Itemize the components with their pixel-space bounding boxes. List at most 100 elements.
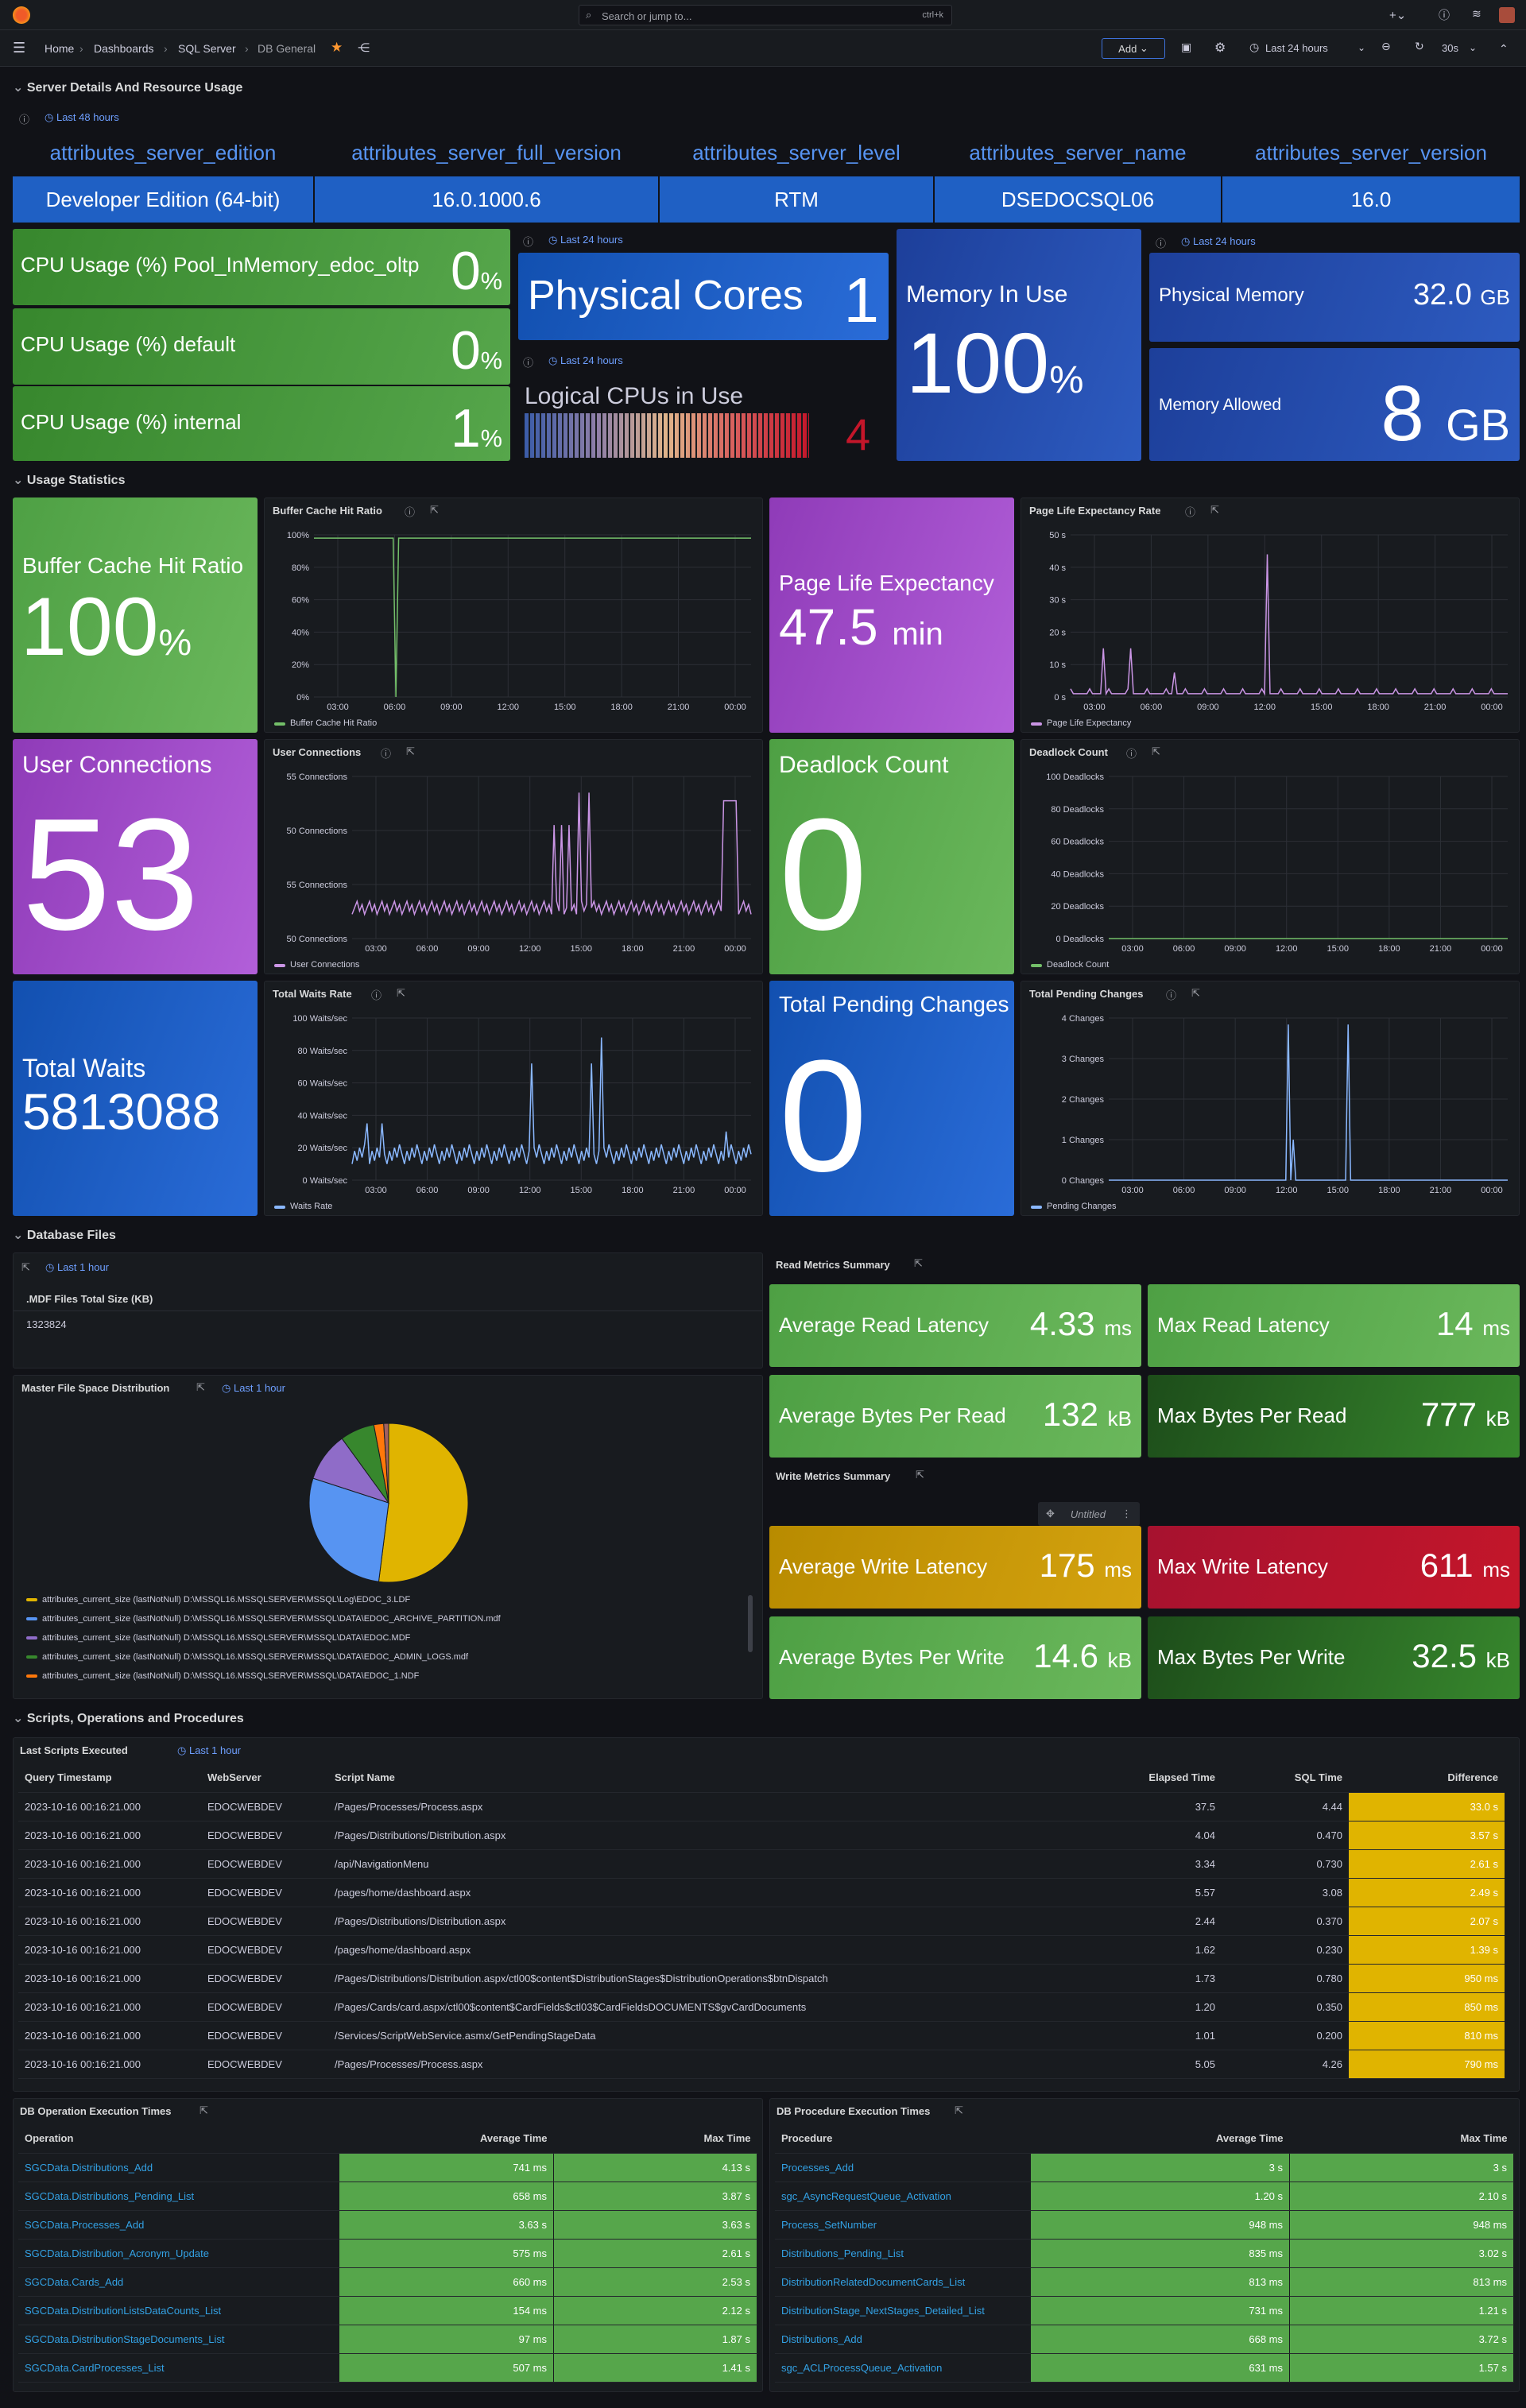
read-avg-latency[interactable]: Average Read Latency 4.33 ms — [769, 1284, 1141, 1367]
refresh-interval[interactable]: 30s — [1442, 42, 1458, 54]
ops-table-panel[interactable]: DB Operation Execution Times ⇱ Operation… — [13, 2098, 763, 2392]
external-link-icon[interactable]: ⇱ — [1210, 504, 1219, 517]
rss-icon[interactable]: ≋ — [1472, 7, 1481, 21]
table-row[interactable]: sgc_AsyncRequestQueue_Activation 1.20 s 2.… — [775, 2182, 1514, 2211]
chevron-down-icon[interactable]: ⌄ — [1469, 42, 1477, 53]
table-row[interactable]: SGCData.Distribution_Acronym_Update 575 m… — [18, 2239, 757, 2268]
chart-pending-changes[interactable]: Total Pending Changes ⓘ ⇱ 0 Changes 1 Change… — [1021, 981, 1520, 1216]
legend-label[interactable]: Pending Changes — [1047, 1202, 1117, 1211]
table-row[interactable]: Distributions_Add 668 ms 3.72 s — [775, 2325, 1514, 2354]
cpu-stat-default[interactable]: CPU Usage (%) default 0% — [13, 308, 510, 385]
chart-user-connections[interactable]: User Connections ⓘ ⇱ 50 Connections 55 Conne… — [264, 739, 763, 974]
chart-deadlock[interactable]: Deadlock Count ⓘ ⇱ 0 Deadlocks 20 Deadlocks 4… — [1021, 739, 1520, 974]
breadcrumb-home[interactable]: Home — [45, 42, 74, 55]
table-row[interactable]: DistributionStage_NextStages_Detailed_Li… — [775, 2296, 1514, 2325]
chart-buffer-cache[interactable]: Buffer Cache Hit Ratio ⓘ ⇱ 0% 20% 40% 60% 80% 10… — [264, 497, 763, 733]
search-bar[interactable]: ⌕ Search or jump to... ctrl+k — [579, 5, 952, 25]
table-row[interactable]: Process_SetNumber 948 ms 948 ms — [775, 2210, 1514, 2240]
external-link-icon[interactable]: ⇱ — [916, 1469, 924, 1481]
legend-label[interactable]: User Connections — [290, 960, 360, 970]
mdf-size-panel[interactable]: ⇱ ◷ Last 1 hour .MDF Files Total Size (K… — [13, 1252, 763, 1369]
table-row[interactable]: 2023-10-16 00:16:21.000 EDOCWEBDEV/Pages/… — [18, 1792, 1505, 1821]
procs-table-panel[interactable]: DB Procedure Execution Times ⇱ Procedure… — [769, 2098, 1520, 2392]
write-max-latency[interactable]: Max Write Latency 611 ms — [1148, 1526, 1520, 1609]
pie-slice[interactable] — [378, 1423, 469, 1583]
time-picker[interactable]: Last 24 hours — [1265, 42, 1328, 54]
table-row[interactable]: SGCData.Cards_Add 660 ms 2.53 s — [18, 2267, 757, 2297]
row-usage-statistics[interactable]: Usage Statistics — [13, 472, 126, 488]
menu-icon[interactable]: ☰ — [13, 40, 25, 56]
col-header[interactable]: Max Time — [1289, 2124, 1514, 2154]
save-icon[interactable]: ▣ — [1181, 41, 1191, 54]
legend-item[interactable]: attributes_current_size (lastNotNull) D:… — [26, 1652, 742, 1671]
legend-item[interactable]: attributes_current_size (lastNotNull) D:… — [26, 1614, 742, 1633]
table-row[interactable]: SGCData.Processes_Add 3.63 s 3.63 s — [18, 2210, 757, 2240]
table-row[interactable]: Processes_Add 3 s3 s — [775, 2153, 1514, 2182]
col-header[interactable]: Procedure — [775, 2124, 1031, 2154]
plus-icon[interactable]: +⌄ — [1389, 8, 1406, 22]
external-link-icon[interactable]: ⇱ — [397, 987, 405, 1000]
gear-icon[interactable]: ⚙ — [1214, 40, 1226, 56]
table-row[interactable]: SGCData.DistributionListsDataCounts_List… — [18, 2296, 757, 2325]
search-input[interactable]: Search or jump to... — [602, 10, 691, 22]
table-row[interactable]: 2023-10-16 00:16:21.000 EDOCWEBDEV/pages/… — [18, 1935, 1505, 1965]
scrollbar[interactable] — [748, 1595, 753, 1652]
legend-item[interactable]: attributes_current_size (lastNotNull) D:… — [26, 1595, 742, 1614]
user-connections-stat[interactable]: User Connections 53 — [13, 739, 258, 974]
external-link-icon[interactable]: ⇱ — [21, 1261, 30, 1274]
read-max-latency[interactable]: Max Read Latency 14 ms — [1148, 1284, 1520, 1367]
col-header[interactable]: Average Time — [339, 2124, 554, 2154]
external-link-icon[interactable]: ⇱ — [1152, 745, 1160, 758]
table-row[interactable]: 2023-10-16 00:16:21.000 EDOCWEBDEV/api/Na… — [18, 1849, 1505, 1879]
external-link-icon[interactable]: ⇱ — [914, 1257, 923, 1270]
row-server-details[interactable]: Server Details And Resource Usage — [13, 79, 243, 95]
collapse-icon[interactable]: ⌃ — [1499, 42, 1509, 56]
table-row[interactable]: 2023-10-16 00:16:21.000 EDOCWEBDEV/Pages/… — [18, 2050, 1505, 2079]
physical-cores-stat[interactable]: Physical Cores 1 — [518, 253, 889, 340]
table-row[interactable]: DistributionRelatedDocumentCards_List 813… — [775, 2267, 1514, 2297]
legend-label[interactable]: Deadlock Count — [1047, 960, 1109, 970]
breadcrumb-sql-server[interactable]: SQL Server — [178, 42, 236, 55]
add-button[interactable]: Add ⌄ — [1102, 38, 1165, 59]
pie-panel[interactable]: Master File Space Distribution ⇱ ◷ Last … — [13, 1375, 763, 1699]
legend-item[interactable]: attributes_current_size (lastNotNull) D:… — [26, 1633, 742, 1652]
help-icon[interactable]: ⓘ — [1439, 7, 1450, 23]
memory-allowed-stat[interactable]: Memory Allowed 8 GB — [1149, 348, 1520, 461]
scripts-table-panel[interactable]: Last Scripts Executed ◷ Last 1 hour Quer… — [13, 1737, 1520, 2092]
col-header[interactable]: Script Name — [328, 1763, 1094, 1793]
col-header[interactable]: WebServer — [201, 1763, 328, 1793]
table-row[interactable]: 2023-10-16 00:16:21.000 EDOCWEBDEV/pages/… — [18, 1878, 1505, 1907]
total-waits-stat[interactable]: Total Waits 5813088 — [13, 981, 258, 1216]
col-header[interactable]: Operation — [18, 2124, 339, 2154]
chart-page-life[interactable]: Page Life Expectancy Rate ⓘ ⇱ 0 s 10 s 20 s 30… — [1021, 497, 1520, 733]
table-row[interactable]: sgc_ACLProcessQueue_Activation 631 ms 1.57… — [775, 2353, 1514, 2383]
pending-changes-stat[interactable]: Total Pending Changes 0 — [769, 981, 1014, 1216]
page-life-stat[interactable]: Page Life Expectancy 47.5 min — [769, 497, 1014, 733]
write-avg-bytes[interactable]: Average Bytes Per Write 14.6 kB — [769, 1616, 1141, 1699]
col-header[interactable]: Max Time — [553, 2124, 757, 2154]
external-link-icon[interactable]: ⇱ — [955, 2104, 963, 2117]
col-header[interactable]: Difference — [1349, 1763, 1505, 1793]
zoom-out-icon[interactable]: ⊖ — [1381, 40, 1391, 53]
avatar[interactable] — [1499, 7, 1515, 23]
external-link-icon[interactable]: ⇱ — [406, 745, 415, 758]
read-avg-bytes[interactable]: Average Bytes Per Read 132 kB — [769, 1375, 1141, 1458]
star-icon[interactable]: ★ — [331, 40, 343, 56]
legend-item[interactable]: attributes_current_size (lastNotNull) D:… — [26, 1671, 742, 1690]
table-row[interactable]: 2023-10-16 00:16:21.000 EDOCWEBDEV/Pages/… — [18, 1964, 1505, 1993]
share-icon[interactable]: ⋲ — [358, 41, 370, 55]
cpu-stat-pool[interactable]: CPU Usage (%) Pool_InMemory_edoc_oltp 0% — [13, 229, 510, 305]
legend-label[interactable]: Buffer Cache Hit Ratio — [290, 718, 377, 728]
table-row[interactable]: 2023-10-16 00:16:21.000 EDOCWEBDEV/Pages/… — [18, 1907, 1505, 1936]
external-link-icon[interactable]: ⇱ — [430, 504, 439, 517]
cpu-stat-internal[interactable]: CPU Usage (%) internal 1% — [13, 386, 510, 461]
legend-label[interactable]: Waits Rate — [290, 1202, 332, 1211]
legend-label[interactable]: Page Life Expectancy — [1047, 718, 1132, 728]
breadcrumb-dashboards[interactable]: Dashboards — [94, 42, 154, 55]
table-row[interactable]: Distributions_Pending_List 835 ms 3.02 s — [775, 2239, 1514, 2268]
memory-in-use-stat[interactable]: Memory In Use 100% — [897, 229, 1141, 461]
row-scripts[interactable]: Scripts, Operations and Procedures — [13, 1710, 244, 1726]
untitled-drag-handle[interactable]: ✥ Untitled ⋮ — [1038, 1502, 1140, 1526]
read-max-bytes[interactable]: Max Bytes Per Read 777 kB — [1148, 1375, 1520, 1458]
chart-total-waits[interactable]: Total Waits Rate ⓘ ⇱ 0 Waits/sec 20 Waits/se… — [264, 981, 763, 1216]
